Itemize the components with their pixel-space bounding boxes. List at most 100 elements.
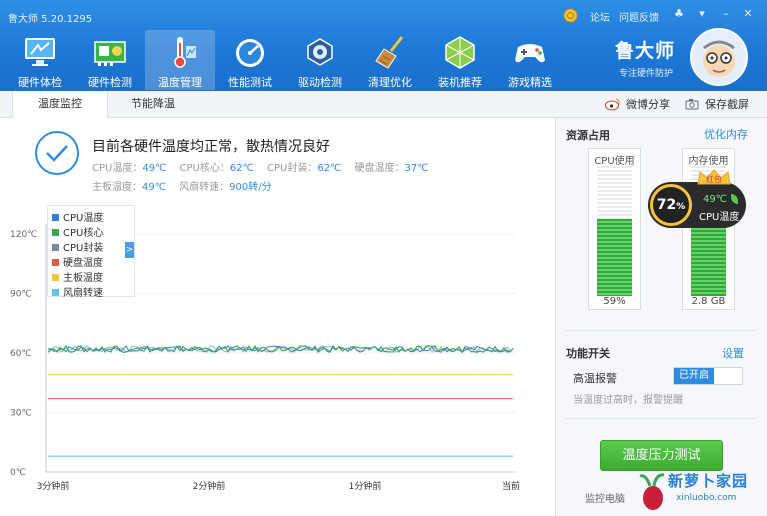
app-window: 鲁大师 5.20.1295 论坛 问题反馈 ♣ ▾ – ✕ 硬件体检 硬件检测	[0, 0, 767, 516]
cpu-package-value: 62℃	[317, 163, 342, 174]
legend-swatch	[52, 274, 59, 281]
x-tick-label: 当前	[502, 480, 520, 492]
watermark-title: 新萝卜家园	[668, 472, 749, 490]
y-tick-label: 60℃	[10, 349, 32, 359]
alarm-label: 高温报警	[573, 372, 617, 385]
header-bar: 鲁大师 5.20.1295 论坛 问题反馈 ♣ ▾ – ✕ 硬件体检 硬件检测	[0, 0, 767, 91]
board-temp-value: 49℃	[142, 182, 166, 193]
speedometer-icon	[236, 39, 264, 67]
tool-label: 性能测试	[228, 76, 272, 89]
sub-tab-bar: 温度监控 节能降温 微博分享 保存截屏	[0, 91, 767, 119]
badge-label: CPU温度	[699, 212, 740, 223]
divider	[565, 418, 757, 419]
legend-item[interactable]: CPU温度	[52, 209, 103, 224]
tool-label: 游戏精选	[508, 76, 552, 89]
legend-collapse-arrow[interactable]: >	[125, 242, 134, 258]
legend-item[interactable]: 硬盘温度	[52, 254, 103, 269]
brand-slogan: 专注硬件防护	[619, 69, 674, 79]
legend-swatch	[52, 289, 59, 296]
watermark-url: xinluobo.com	[676, 493, 737, 503]
toggle-on-state: 已开启	[674, 368, 714, 384]
legend-item[interactable]: 主板温度	[52, 269, 103, 284]
legend-item[interactable]: 风扇转速	[52, 284, 103, 299]
weibo-share-link[interactable]: 微博分享	[626, 96, 670, 112]
x-tick-label: 1分钟前	[349, 480, 382, 492]
skin-icon[interactable]: ♣	[671, 7, 687, 21]
x-tick-label: 3分钟前	[37, 480, 70, 492]
legend-swatch	[52, 259, 59, 266]
weibo-icon[interactable]	[605, 97, 621, 111]
tool-games[interactable]: 游戏精选	[495, 30, 565, 90]
tool-label: 清理优化	[368, 76, 412, 89]
save-screenshot-link[interactable]: 保存截屏	[705, 96, 749, 112]
tool-label: 硬件检测	[88, 76, 132, 89]
alarm-description: 当温度过高时，报警提醒	[573, 395, 683, 406]
meter-title: CPU使用	[594, 156, 635, 167]
cpu-usage-meter: CPU使用 59%	[588, 148, 641, 310]
feedback-link[interactable]: 问题反馈	[619, 9, 659, 24]
legend-swatch	[52, 214, 59, 221]
legend-swatch	[52, 229, 59, 236]
meter-title: 内存使用	[688, 156, 729, 167]
legend-item[interactable]: CPU核心	[52, 224, 103, 239]
tool-hardware-detect[interactable]: 硬件检测	[75, 30, 145, 90]
forum-link[interactable]: 论坛	[590, 9, 610, 24]
menu-icon[interactable]: ▾	[694, 7, 710, 21]
stress-test-button[interactable]: 温度压力测试	[600, 440, 723, 471]
mascot-avatar[interactable]	[690, 28, 748, 86]
tool-label: 装机推荐	[438, 76, 482, 89]
tab-energy-saving[interactable]: 节能降温	[108, 91, 198, 118]
minimize-button[interactable]: –	[718, 7, 734, 21]
meter-fill	[597, 219, 632, 296]
tool-cleanup[interactable]: 清理优化	[355, 30, 425, 90]
y-tick-label: 0℃	[10, 468, 26, 478]
y-tick-label: 30℃	[10, 409, 32, 419]
cpu-usage-value: 59%	[603, 296, 626, 307]
cpu-core-value: 62℃	[229, 163, 254, 174]
tool-hardware-checkup[interactable]: 硬件体检	[5, 30, 75, 90]
tool-driver[interactable]: 驱动检测	[285, 30, 355, 90]
tool-recommend[interactable]: 装机推荐	[425, 30, 495, 90]
cpu-temp-value: 49℃	[142, 163, 167, 174]
settings-link[interactable]: 设置	[722, 345, 744, 361]
status-headline: 目前各硬件温度均正常，散热情况良好	[92, 139, 330, 155]
alarm-toggle[interactable]: 已开启	[673, 367, 743, 385]
coin-icon[interactable]	[563, 8, 578, 23]
functions-title: 功能开关	[566, 347, 610, 360]
fan-speed-value: 900转/分	[229, 182, 272, 193]
memory-usage-value: 2.8 GB	[691, 296, 726, 307]
legend-item[interactable]: CPU封装	[52, 239, 103, 254]
disk-temp-value: 37℃	[404, 163, 429, 174]
brand-name: 鲁大师	[615, 40, 676, 62]
optimize-memory-link[interactable]: 优化内存	[704, 126, 748, 142]
cube-icon	[445, 36, 475, 69]
crown-text: 红包	[706, 174, 722, 184]
resource-title: 资源占用	[566, 129, 610, 142]
tab-temperature-monitor[interactable]: 温度监控	[12, 91, 108, 119]
tool-label: 硬件体检	[18, 76, 62, 89]
y-tick-label: 90℃	[10, 290, 32, 300]
camera-icon[interactable]	[685, 98, 699, 110]
temperature-monitor-panel: 目前各硬件温度均正常，散热情况良好 CPU温度：49℃ CPU核心：62℃ CP…	[0, 118, 555, 516]
check-circle-icon	[35, 131, 79, 175]
y-tick-label: 120℃	[10, 230, 37, 240]
badge-temp-value: 49℃	[703, 194, 727, 205]
cpu-load-ring: 72%	[650, 184, 692, 226]
chart-legend: CPU温度 CPU核心 CPU封装 硬盘温度 主板温度 风扇转速	[47, 205, 135, 299]
tool-performance[interactable]: 性能测试	[215, 30, 285, 90]
meter-bar	[597, 166, 632, 296]
broom-icon	[375, 36, 404, 69]
meter-fill	[691, 218, 726, 296]
close-button[interactable]: ✕	[740, 7, 756, 21]
thermometer-icon	[174, 37, 196, 68]
divider	[565, 330, 757, 331]
gear-drive-icon	[307, 38, 333, 66]
monitor-label: 监控电脑	[585, 494, 625, 505]
red-packet-crown-icon[interactable]: 红包	[694, 168, 734, 186]
hardware-card-icon	[94, 41, 126, 66]
window-title: 鲁大师 5.20.1295	[8, 14, 93, 25]
monitor-icon	[25, 38, 55, 66]
tool-temperature[interactable]: 温度管理	[145, 30, 215, 90]
tool-label: 温度管理	[158, 76, 202, 89]
legend-swatch	[52, 244, 59, 251]
